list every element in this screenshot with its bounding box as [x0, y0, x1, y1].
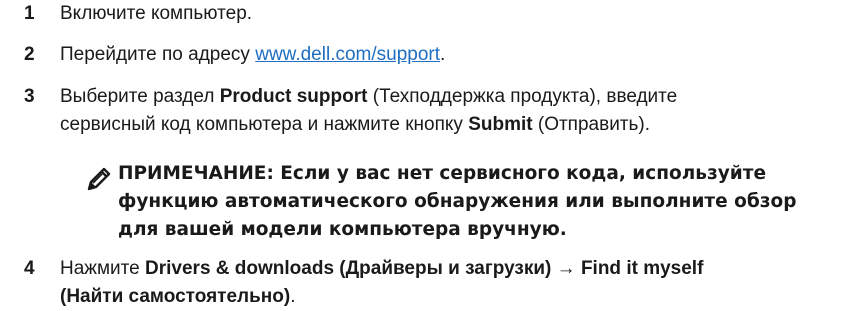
step-number: 3	[24, 86, 35, 107]
step-number: 4	[24, 258, 35, 279]
step-text: Включите компьютер.	[60, 3, 253, 24]
find-it-myself-label: Find it myself	[580, 258, 704, 279]
note-line-3: для вашей модели компьютера вручную.	[118, 219, 567, 240]
drivers-downloads-label: Drivers & downloads (Драйверы и загрузки…	[145, 258, 552, 279]
step-text-mid: (Техподдержка продукта), введите	[367, 86, 678, 107]
support-link[interactable]: www.dell.com/support	[255, 44, 440, 65]
pencil-note-icon	[87, 167, 111, 191]
step-text-pre: Нажмите	[60, 258, 146, 279]
note-line-2: функцию автоматического обнаружения или …	[118, 191, 797, 212]
step-text-post: .	[440, 44, 446, 65]
note-line-1: ПРИМЕЧАНИЕ: Если у вас нет сервисного ко…	[118, 163, 766, 184]
step-text-pre: Выберите раздел	[60, 86, 220, 107]
submit-label: Submit	[468, 114, 533, 135]
step-text-post: (Отправить).	[532, 114, 651, 135]
find-it-myself-translation: (Найти самостоятельно)	[60, 286, 291, 307]
step-text-post: .	[290, 286, 296, 307]
step-text: Выберите раздел Product support (Техподд…	[60, 83, 850, 139]
step-number: 2	[24, 44, 35, 65]
note-text: ПРИМЕЧАНИЕ: Если у вас нет сервисного ко…	[118, 160, 867, 244]
arrow: →	[551, 258, 581, 279]
step-text-pre: Перейдите по адресу	[60, 44, 256, 65]
step-text: Перейдите по адресу www.dell.com/support…	[60, 41, 850, 69]
step-text: Нажмите Drivers & downloads (Драйверы и …	[60, 255, 850, 311]
step-number: 1	[24, 3, 35, 24]
step-text-line2: сервисный код компьютера и нажмите кнопк…	[60, 114, 469, 135]
product-support-label: Product support	[219, 86, 368, 107]
